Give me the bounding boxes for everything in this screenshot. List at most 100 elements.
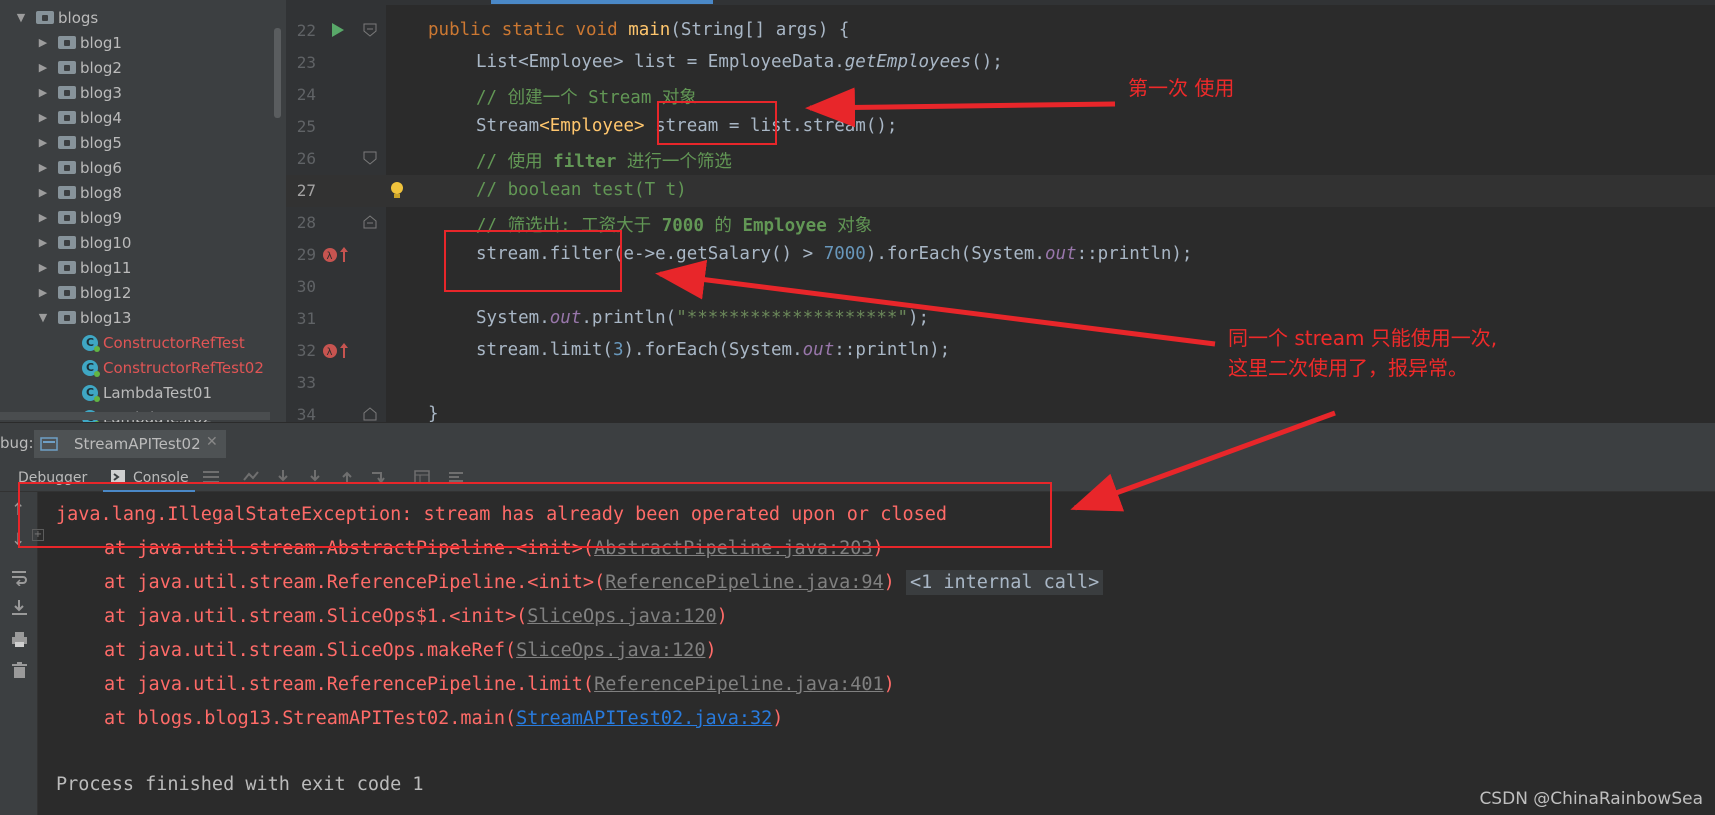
- tree-item-blog13[interactable]: ▼ blog13: [36, 305, 132, 330]
- tree-item-folder[interactable]: ▶ blog12: [36, 280, 132, 305]
- svg-text:λ: λ: [327, 347, 333, 358]
- fold-icon[interactable]: [363, 215, 377, 229]
- chevron-right-icon[interactable]: ▶: [36, 136, 50, 149]
- tree-item-blogs[interactable]: ▼ blogs: [14, 5, 98, 30]
- tree-item-folder[interactable]: ▶ blog5: [36, 130, 122, 155]
- fold-icon[interactable]: [363, 407, 377, 421]
- chevron-right-icon[interactable]: ▶: [36, 186, 50, 199]
- tree-item-class[interactable]: C ConstructorRefTest: [82, 330, 245, 355]
- line-number: 34: [296, 405, 316, 422]
- print-icon[interactable]: [11, 632, 28, 648]
- tree-item-folder[interactable]: ▶ blog11: [36, 255, 132, 280]
- source-link[interactable]: StreamAPITest02.java:32: [516, 708, 772, 729]
- tree-scrollbar[interactable]: [274, 28, 281, 118]
- fold-icon[interactable]: [363, 151, 377, 165]
- tree-item-class[interactable]: C ConstructorRefTest02: [82, 355, 264, 380]
- chevron-down-icon[interactable]: ▼: [36, 311, 50, 324]
- tree-item-folder[interactable]: ▶ blog4: [36, 105, 122, 130]
- tree-item-folder[interactable]: ▶ blog1: [36, 30, 122, 55]
- chevron-down-icon[interactable]: ▼: [14, 11, 28, 24]
- java-class-icon: C: [82, 384, 100, 402]
- code-line: 22 public static void main(String[] args…: [286, 15, 1715, 47]
- fold-icon[interactable]: [363, 23, 377, 37]
- annotation-second-use-line2: 这里二次使用了，报异常。: [1228, 356, 1468, 380]
- code-text: }: [428, 404, 439, 422]
- java-class-icon: C: [82, 334, 100, 352]
- line-number: 25: [296, 117, 316, 136]
- folder-icon: [36, 11, 54, 24]
- tree-item-label: blog1: [80, 33, 122, 52]
- line-number: 23: [296, 53, 316, 72]
- chevron-right-icon[interactable]: ▶: [36, 211, 50, 224]
- source-link[interactable]: SliceOps.java:120: [516, 640, 705, 661]
- source-link[interactable]: ReferencePipeline.java:401: [594, 674, 884, 695]
- chevron-right-icon[interactable]: ▶: [36, 161, 50, 174]
- source-link[interactable]: ReferencePipeline.java:94: [605, 572, 883, 593]
- highlight-box-first-use: [444, 230, 622, 292]
- svg-text:λ: λ: [327, 251, 333, 262]
- run-icon[interactable]: [331, 22, 345, 38]
- tree-item-class[interactable]: C LambdaTest01: [82, 380, 212, 405]
- code-text: System.out.println("********************…: [476, 308, 930, 328]
- code-line: 26 // 使用 filter 进行一个筛选: [286, 143, 1715, 175]
- tree-item-folder[interactable]: ▶ blog3: [36, 80, 122, 105]
- debug-header: bug: StreamAPITest02 ✕: [0, 422, 1715, 462]
- line-number: 26: [296, 149, 316, 168]
- internal-call-chip[interactable]: <1 internal call>: [905, 570, 1104, 595]
- debug-label: bug:: [0, 434, 34, 452]
- highlight-box-exception: [18, 482, 1052, 548]
- lambda-icon[interactable]: λ: [322, 342, 350, 360]
- folder-icon: [58, 36, 76, 49]
- annotation-second-use-line1: 同一个 stream 只能使用一次,: [1228, 326, 1498, 350]
- tree-item-folder[interactable]: ▶ blog2: [36, 55, 122, 80]
- line-number: 29: [296, 245, 316, 264]
- chevron-right-icon[interactable]: ▶: [36, 286, 50, 299]
- stack-frame: at blogs.blog13.StreamAPITest02.main(Str…: [104, 708, 784, 729]
- folder-icon: [58, 211, 76, 224]
- code-comment: // boolean test(T t): [476, 180, 687, 200]
- source-link[interactable]: SliceOps.java:120: [527, 606, 716, 627]
- tree-item-folder[interactable]: ▶ blog6: [36, 155, 122, 180]
- lightbulb-icon[interactable]: [390, 181, 404, 201]
- session-tab[interactable]: StreamAPITest02 ✕: [34, 430, 226, 458]
- tree-horizontal-scrollbar[interactable]: [0, 412, 270, 420]
- code-line-current: 27 // boolean test(T t): [286, 175, 1715, 207]
- highlight-box-stream-declaration: [657, 101, 777, 145]
- tree-item-folder[interactable]: ▶ blog9: [36, 205, 122, 230]
- trash-icon[interactable]: [12, 662, 27, 679]
- line-number: 22: [296, 21, 316, 40]
- folder-icon: [58, 261, 76, 274]
- tree-item-label: LambdaTest01: [103, 383, 213, 402]
- scroll-to-end-icon[interactable]: [11, 600, 28, 616]
- chevron-right-icon[interactable]: ▶: [36, 111, 50, 124]
- chevron-right-icon[interactable]: ▶: [36, 236, 50, 249]
- session-tab-label: StreamAPITest02: [74, 435, 201, 453]
- stack-frame: at java.util.stream.ReferencePipeline.<i…: [104, 570, 1104, 595]
- tree-item-label: blog12: [80, 283, 132, 302]
- line-number: 30: [296, 277, 316, 296]
- folder-icon: [58, 136, 76, 149]
- chevron-right-icon[interactable]: ▶: [36, 61, 50, 74]
- chevron-right-icon[interactable]: ▶: [36, 261, 50, 274]
- chevron-right-icon[interactable]: ▶: [36, 36, 50, 49]
- code-text: stream.limit(3).forEach(System.out::prin…: [476, 340, 951, 360]
- tree-item-folder[interactable]: ▶ blog8: [36, 180, 122, 205]
- line-number: 27: [296, 181, 316, 200]
- tree-item-label: blog10: [80, 233, 132, 252]
- lambda-icon[interactable]: λ: [322, 246, 350, 264]
- folder-icon: [58, 161, 76, 174]
- tree-item-label: blog3: [80, 83, 122, 102]
- code-line: 31 System.out.println("*****************…: [286, 303, 1715, 335]
- code-line: 34 }: [286, 399, 1715, 422]
- code-line: 23 List<Employee> list = EmployeeData.ge…: [286, 47, 1715, 79]
- code-editor[interactable]: 22 public static void main(String[] args…: [286, 0, 1715, 422]
- line-number: 33: [296, 373, 316, 392]
- chevron-right-icon[interactable]: ▶: [36, 86, 50, 99]
- app-icon: [40, 437, 58, 451]
- tree-item-label: blog2: [80, 58, 122, 77]
- soft-wrap-icon[interactable]: [11, 570, 28, 586]
- tree-item-folder[interactable]: ▶ blog10: [36, 230, 132, 255]
- folder-icon: [58, 61, 76, 74]
- stack-frame: at java.util.stream.SliceOps.makeRef(Sli…: [104, 640, 717, 661]
- close-icon[interactable]: ✕: [206, 434, 218, 450]
